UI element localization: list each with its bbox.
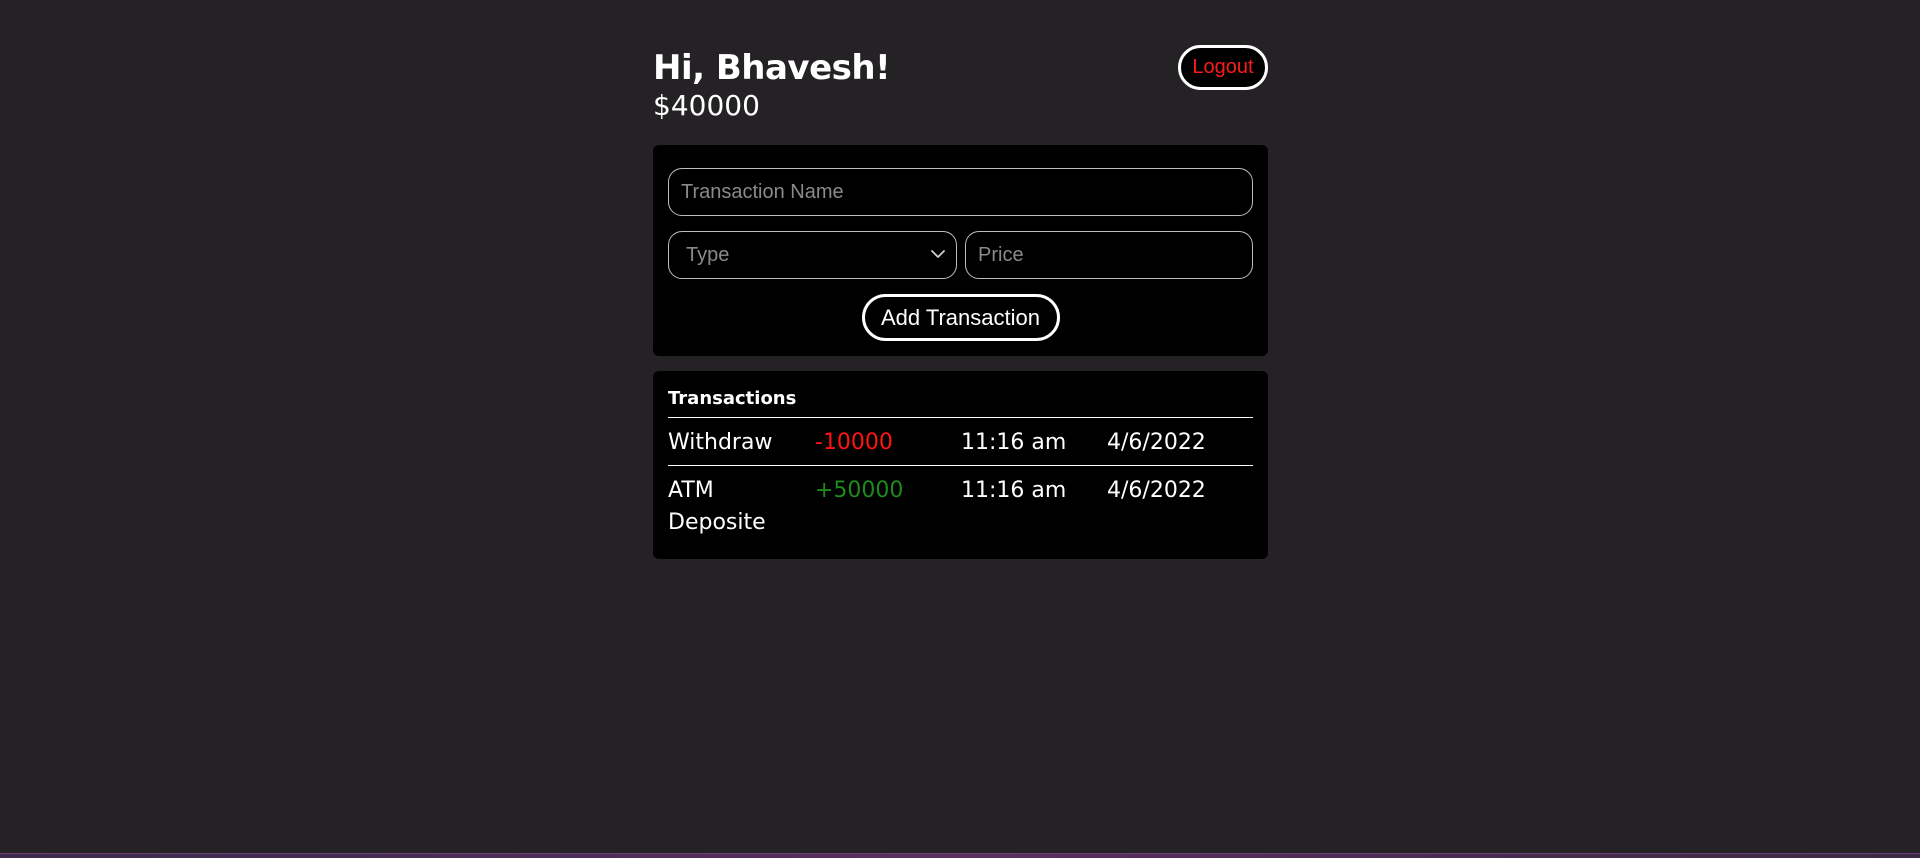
type-price-row: Type: [668, 231, 1253, 279]
transaction-amount: +50000: [815, 478, 904, 503]
transaction-name-input[interactable]: [668, 168, 1253, 216]
transaction-time: 11:16 am: [961, 478, 1067, 503]
type-select[interactable]: Type: [668, 231, 957, 279]
transaction-date: 4/6/2022: [1107, 430, 1206, 455]
transactions-list: Transactions Withdraw -10000 11:16 am 4/…: [653, 371, 1268, 559]
chevron-down-icon: [931, 250, 945, 258]
logout-button[interactable]: Logout: [1178, 45, 1268, 90]
transaction-form: Type Add Transaction: [653, 145, 1268, 356]
price-input[interactable]: [965, 231, 1253, 279]
transaction-name: ATM Deposite: [668, 478, 766, 535]
main-container: Hi, Bhavesh! $40000 Logout Type Add Tran…: [653, 44, 1268, 559]
transaction-name: Withdraw: [668, 430, 773, 455]
add-button-wrap: Add Transaction: [668, 294, 1253, 341]
table-row: Withdraw -10000 11:16 am 4/6/2022: [668, 418, 1253, 465]
add-transaction-button[interactable]: Add Transaction: [861, 294, 1060, 341]
transaction-time: 11:16 am: [961, 430, 1067, 455]
transaction-amount: -10000: [815, 430, 893, 455]
table-row: ATM Deposite +50000 11:16 am 4/6/2022: [668, 465, 1253, 545]
bottom-strip: [0, 853, 1920, 858]
transaction-date: 4/6/2022: [1107, 478, 1206, 503]
transactions-title: Transactions: [668, 387, 1253, 418]
header: Hi, Bhavesh! $40000 Logout: [653, 44, 1268, 145]
type-select-value: Type: [686, 243, 730, 266]
page: Hi, Bhavesh! $40000 Logout Type Add Tran…: [0, 0, 1920, 858]
balance-amount: $40000: [653, 89, 760, 122]
greeting-title: Hi, Bhavesh!: [653, 48, 891, 88]
